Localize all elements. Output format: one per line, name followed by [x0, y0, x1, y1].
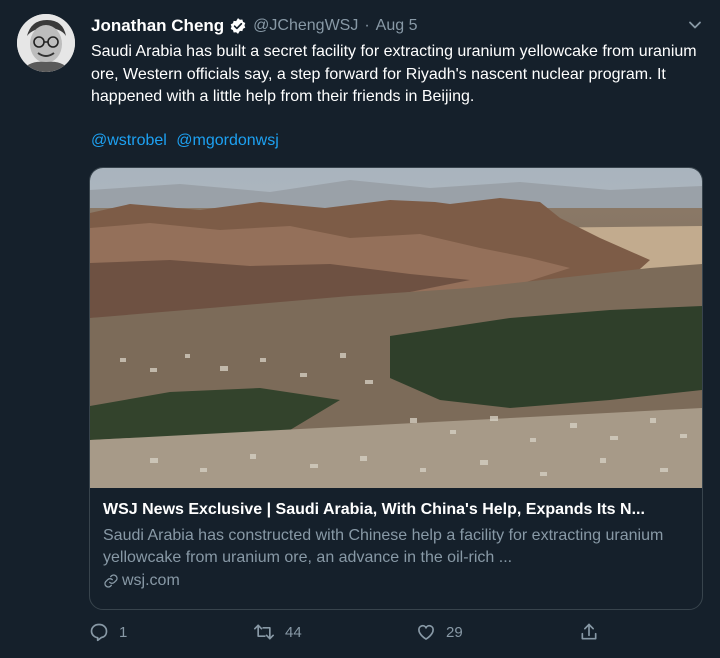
card-title[interactable]: WSJ News Exclusive | Saudi Arabia, With …	[103, 499, 691, 521]
tweet-mentions: @wstrobel @mgordonwsj	[91, 132, 284, 150]
author-name[interactable]: Jonathan Cheng	[91, 16, 224, 36]
card-domain-text: wsj.com	[122, 572, 180, 589]
tweet-actions: 1 44 29	[89, 622, 689, 646]
separator-dot: ·	[364, 17, 370, 34]
retweet-icon	[253, 624, 274, 640]
tweet-text: Saudi Arabia has built a secret facility…	[91, 43, 697, 105]
mention-link[interactable]: @mgordonwsj	[176, 132, 279, 149]
author-handle[interactable]: @JChengWSJ	[253, 17, 358, 35]
card-text: WSJ News Exclusive | Saudi Arabia, With …	[103, 499, 691, 590]
link-icon	[104, 574, 118, 588]
verified-badge-icon	[229, 17, 247, 35]
tweet-date[interactable]: Aug 5	[376, 17, 418, 35]
tweet[interactable]: Jonathan Cheng @JChengWSJ · Aug 5 Saudi …	[0, 0, 720, 658]
avatar[interactable]	[17, 14, 75, 72]
mention-link[interactable]: @wstrobel	[91, 132, 167, 149]
tweet-header: Jonathan Cheng @JChengWSJ · Aug 5	[91, 14, 417, 38]
share-icon	[581, 623, 597, 640]
card-domain: wsj.com	[103, 572, 691, 590]
link-preview-card[interactable]: WSJ News Exclusive | Saudi Arabia, With …	[89, 167, 703, 610]
like-icon	[418, 624, 434, 640]
chevron-down-icon[interactable]	[686, 16, 704, 34]
retweet-button[interactable]: 44	[253, 622, 302, 642]
like-count: 29	[446, 623, 463, 641]
share-button[interactable]	[579, 622, 609, 642]
reply-icon	[90, 623, 108, 642]
card-image[interactable]	[90, 168, 702, 488]
card-description: Saudi Arabia has constructed with Chines…	[103, 527, 664, 566]
reply-count: 1	[119, 623, 128, 641]
like-button[interactable]: 29	[416, 622, 463, 642]
retweet-count: 44	[285, 623, 302, 641]
reply-button[interactable]: 1	[89, 622, 127, 642]
